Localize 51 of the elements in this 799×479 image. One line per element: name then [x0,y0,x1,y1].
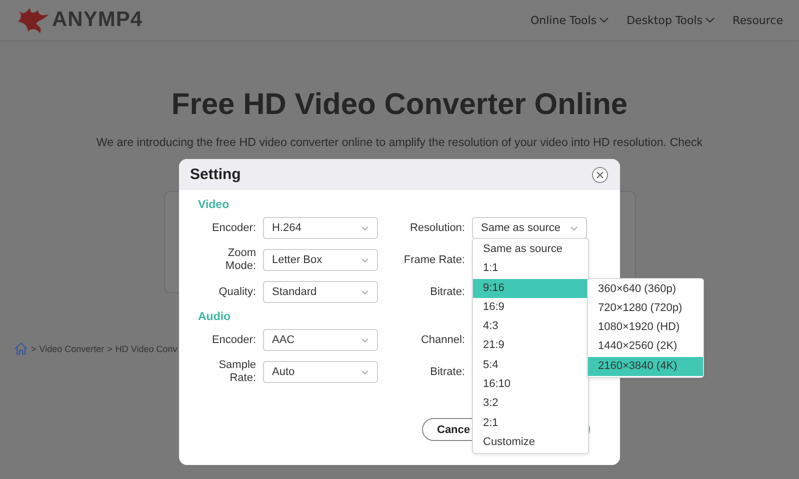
nav-link[interactable]: Desktop Tools [626,14,715,26]
dropdown-select[interactable]: Standard [263,281,378,303]
chevron-down-icon [361,226,369,230]
menu-option[interactable]: 21:9 [473,336,588,356]
section-heading: Audio [198,310,231,325]
menu-option[interactable]: 2160×3840 (4K) [588,356,703,376]
page-title: Free HD Video Converter Online [170,88,629,122]
section-heading: Video [198,198,230,213]
menu-option[interactable]: 1440×2560 (2K) [588,337,703,357]
dropdown-select[interactable]: H.264 [263,217,378,239]
chevron-down-icon [570,226,578,230]
chevron-down-icon [361,338,369,342]
brand-name: ANYMP4 [52,8,143,32]
intro-text: We are introducing the free HD video converter online to amplify the resolution of your video into HD resolution. Check [95,136,704,149]
close-button[interactable] [592,166,608,182]
close-icon [596,170,604,178]
field-label: Bitrate: [429,286,465,298]
dropdown-select[interactable]: AAC [263,329,378,351]
field-label: Quality: [218,286,256,298]
flame-logo-icon [16,6,50,34]
menu-option[interactable]: 1:1 [473,259,588,279]
menu-option[interactable]: 16:10 [473,375,588,394]
home-icon [14,342,28,355]
chevron-down-icon [361,290,369,294]
menu-option[interactable]: Same as source [473,240,588,260]
menu-option[interactable]: 360×640 (360p) [588,280,703,299]
nav-link[interactable]: Resource [732,14,783,26]
chevron-down-icon [361,370,369,374]
menu-option[interactable]: 3:2 [473,394,588,414]
field-label: Sample Rate: [218,359,256,385]
menu-option[interactable]: 4:3 [473,317,588,336]
menu-option[interactable]: 16:9 [473,298,588,318]
field-label: Zoom Mode: [224,247,256,273]
breadcrumb-separator: > [31,344,36,354]
field-label: Encoder: [210,222,256,234]
field-label: Frame Rate: [402,254,465,266]
menu-option[interactable]: 5:4 [473,356,588,376]
menu-option[interactable]: 9:16 [473,278,588,298]
chevron-down-icon [361,258,369,262]
breadcrumb-separator: > [107,344,112,354]
dialog-title: Setting [190,166,241,183]
nav-link[interactable]: Online Tools [530,14,609,26]
field-label: Bitrate: [429,366,465,378]
menu-option[interactable]: 1080×1920 (HD) [588,318,703,338]
field-label: Resolution: [408,222,465,234]
field-label: Channel: [420,334,465,346]
dropdown-select[interactable]: Auto [263,361,378,383]
dropdown-select[interactable]: Letter Box [263,249,378,271]
menu-option[interactable]: 720×1280 (720p) [588,298,703,318]
field-label: Encoder: [210,334,256,346]
dropdown-select[interactable]: Same as source [472,217,587,239]
